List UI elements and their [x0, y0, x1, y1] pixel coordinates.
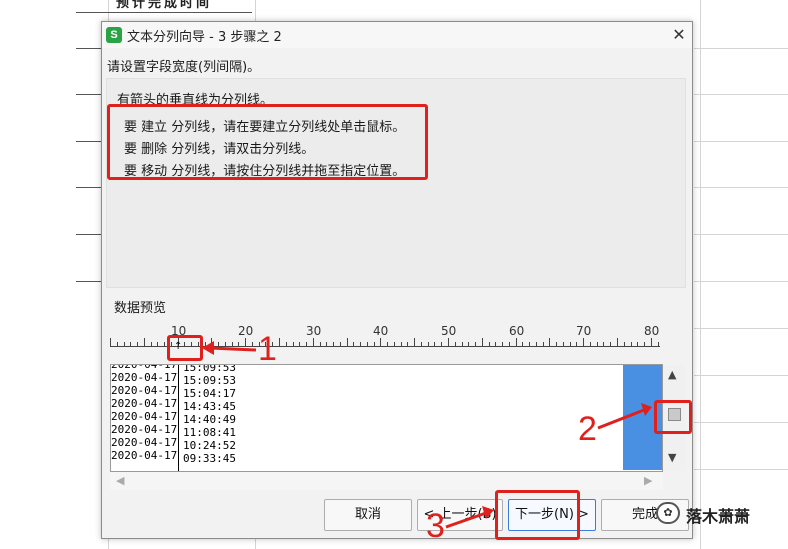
wechat-icon: ✿ [656, 502, 680, 524]
annotation-arrows [202, 341, 652, 529]
annotation-label-3: 3 [426, 507, 445, 545]
annotation-label-2: 2 [578, 410, 597, 448]
annotation-label-1: 1 [258, 330, 277, 368]
watermark-text: 落木萧萧 [686, 507, 751, 526]
watermark: ✿ 落木萧萧 [656, 500, 786, 528]
